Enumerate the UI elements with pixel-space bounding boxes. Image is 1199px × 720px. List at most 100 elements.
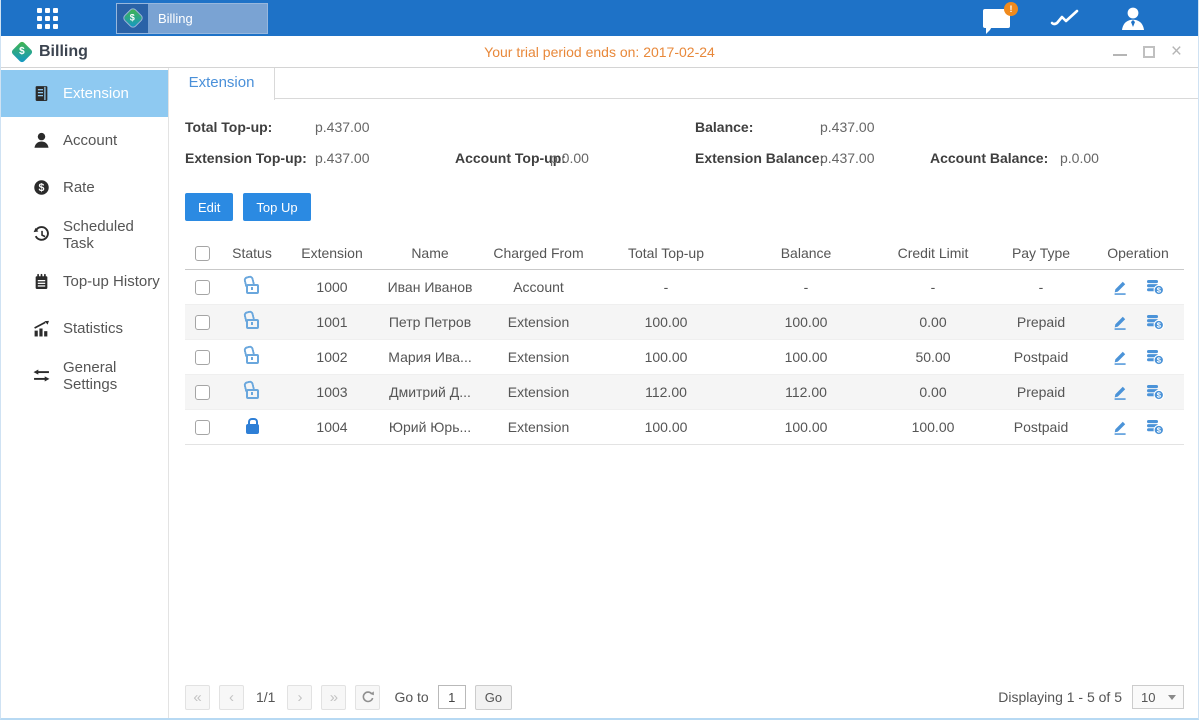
sidebar-item-scheduled-task[interactable]: Scheduled Task [1,211,168,258]
row-checkbox[interactable] [195,420,210,435]
row-checkbox[interactable] [195,350,210,365]
goto-page-input[interactable] [438,685,466,709]
sidebar-item-account[interactable]: Account [1,117,168,164]
sidebar-item-label: Rate [63,179,95,196]
table-row[interactable]: 1004 Юрий Юрь... Extension 100.00 100.00… [185,409,1184,444]
cell-credit-limit: - [876,269,990,304]
row-checkbox[interactable] [195,385,210,400]
row-checkbox[interactable] [195,315,210,330]
edit-pencil-icon[interactable] [1112,419,1128,435]
table-row[interactable]: 1001 Петр Петров Extension 100.00 100.00… [185,304,1184,339]
account-balance-value: p.0.00 [1060,150,1099,166]
go-button[interactable]: Go [475,685,512,710]
sidebar-item-label: General Settings [63,359,168,393]
close-button[interactable]: × [1171,46,1182,58]
cell-credit-limit: 0.00 [876,374,990,409]
sliders-icon [33,367,50,384]
cell-pay-type: Postpaid [990,339,1092,374]
sidebar-item-general-settings[interactable]: General Settings [1,352,168,399]
taskbar-tab-label: Billing [158,11,193,26]
top-up-button[interactable]: Top Up [243,193,310,221]
resource-monitor-icon[interactable] [1050,8,1080,28]
cell-balance: - [736,269,876,304]
refresh-icon[interactable] [355,685,380,710]
cell-total-topup: - [596,269,736,304]
edit-pencil-icon[interactable] [1112,279,1128,295]
billing-diamond-icon: $ [11,40,34,63]
app-grid-icon[interactable] [37,8,58,29]
clock-history-icon [33,226,50,243]
table-row[interactable]: 1000 Иван Иванов Account - - - - [185,269,1184,304]
cell-charged-from: Extension [481,374,596,409]
cell-pay-type: Prepaid [990,304,1092,339]
top-up-coins-icon[interactable]: $ [1146,419,1164,435]
messages-icon[interactable]: ! [983,9,1010,28]
row-checkbox[interactable] [195,280,210,295]
bar-chart-icon [33,320,50,337]
cell-name: Иван Иванов [379,269,481,304]
lock-status-icon[interactable] [246,319,259,329]
total-topup-value: p.437.00 [315,119,370,135]
page-size-value: 10 [1141,690,1155,705]
select-all-checkbox[interactable] [195,246,210,261]
minimize-button[interactable] [1113,48,1127,56]
sidebar-item-label: Scheduled Task [63,218,168,252]
edit-pencil-icon[interactable] [1112,314,1128,330]
cell-charged-from: Account [481,269,596,304]
sidebar-item-label: Extension [63,85,129,102]
tab-strip: Extension [169,68,1198,99]
person-icon [33,132,50,149]
displaying-count: Displaying 1 - 5 of 5 [998,689,1122,705]
lock-status-icon[interactable] [246,424,259,434]
cell-name: Петр Петров [379,304,481,339]
edit-button[interactable]: Edit [185,193,233,221]
cell-charged-from: Extension [481,409,596,444]
account-icon[interactable] [1120,6,1146,30]
cell-balance: 100.00 [736,304,876,339]
sidebar-item-topup-history[interactable]: Top-up History [1,258,168,305]
cell-pay-type: - [990,269,1092,304]
cell-total-topup: 112.00 [596,374,736,409]
cell-credit-limit: 0.00 [876,304,990,339]
top-up-coins-icon[interactable]: $ [1146,384,1164,400]
account-balance-label: Account Balance: [930,150,1048,166]
sidebar-item-rate[interactable]: $ Rate [1,164,168,211]
pagination-bar: « ‹ 1/1 › » Go to Go Displaying 1 - 5 of… [185,683,1184,711]
col-balance: Balance [736,237,876,269]
ledger-icon [33,85,50,102]
cell-extension: 1000 [285,269,379,304]
first-page-button[interactable]: « [185,685,210,710]
next-page-button[interactable]: › [287,685,312,710]
col-extension: Extension [285,237,379,269]
goto-label: Go to [394,689,428,705]
lock-status-icon[interactable] [246,284,259,294]
page-indicator: 1/1 [256,689,275,705]
billing-diamond-icon: $ [117,4,148,33]
taskbar-tab-billing[interactable]: $ Billing [116,3,268,34]
top-up-coins-icon[interactable]: $ [1146,349,1164,365]
window-titlebar: $ Billing Your trial period ends on: 201… [1,36,1198,68]
cell-total-topup: 100.00 [596,409,736,444]
col-credit-limit: Credit Limit [876,237,990,269]
main-content: Extension Total Top-up: p.437.00 Balance… [169,68,1198,718]
top-system-bar: $ Billing ! [1,0,1198,36]
page-size-select[interactable]: 10 [1132,685,1184,709]
maximize-button[interactable] [1143,46,1155,58]
cell-name: Мария Ива... [379,339,481,374]
col-charged-from: Charged From [481,237,596,269]
lock-status-icon[interactable] [246,389,259,399]
edit-pencil-icon[interactable] [1112,349,1128,365]
edit-pencil-icon[interactable] [1112,384,1128,400]
top-up-coins-icon[interactable]: $ [1146,314,1164,330]
table-row[interactable]: 1003 Дмитрий Д... Extension 112.00 112.0… [185,374,1184,409]
tab-extension[interactable]: Extension [169,68,275,100]
table-row[interactable]: 1002 Мария Ива... Extension 100.00 100.0… [185,339,1184,374]
sidebar-item-statistics[interactable]: Statistics [1,305,168,352]
prev-page-button[interactable]: ‹ [219,685,244,710]
dollar-circle-icon: $ [33,179,50,196]
sidebar-item-extension[interactable]: Extension [1,70,168,117]
top-up-coins-icon[interactable]: $ [1146,279,1164,295]
last-page-button[interactable]: » [321,685,346,710]
lock-status-icon[interactable] [246,354,259,364]
cell-credit-limit: 50.00 [876,339,990,374]
